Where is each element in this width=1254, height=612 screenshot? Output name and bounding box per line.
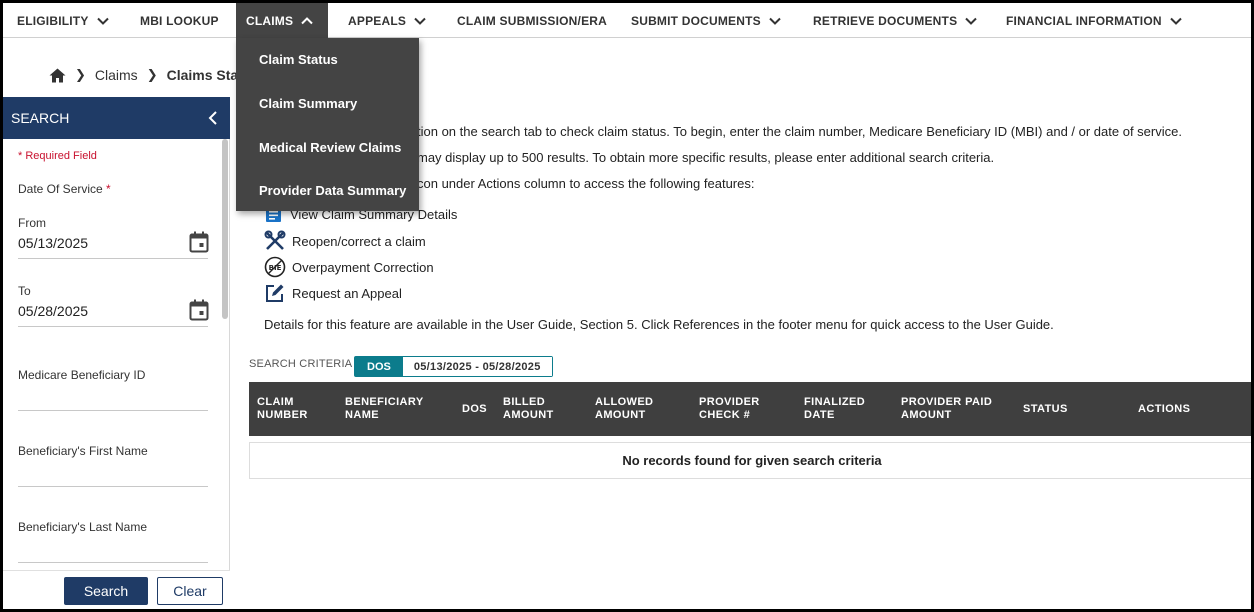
menu-item-claim-summary[interactable]: Claim Summary xyxy=(259,96,357,111)
last-name-input[interactable] xyxy=(18,562,208,563)
info-line-2: may display up to 500 results. To obtain… xyxy=(417,150,995,165)
nav-claim-submission[interactable]: CLAIM SUBMISSION/ERA xyxy=(457,3,607,38)
nav-mbi-lookup-label: MBI LOOKUP xyxy=(140,13,219,28)
nav-eligibility[interactable]: ELIGIBILITY xyxy=(17,3,110,38)
from-label: From xyxy=(18,216,46,230)
required-field-note: * Required Field xyxy=(18,150,97,162)
empty-results-message: No records found for given search criter… xyxy=(249,442,1251,479)
nav-eligibility-label: ELIGIBILITY xyxy=(17,13,89,28)
chevron-down-icon xyxy=(414,17,426,25)
to-date-input[interactable]: 05/28/2025 xyxy=(18,303,88,319)
criteria-chip[interactable]: DOS 05/13/2025 - 05/28/2025 xyxy=(354,356,553,377)
nav-claims-label: CLAIMS xyxy=(246,13,294,28)
nav-retrieve-documents[interactable]: RETRIEVE DOCUMENTS xyxy=(813,3,978,38)
home-icon[interactable] xyxy=(49,68,66,83)
sidebar-button-row: Search Clear xyxy=(3,570,230,609)
search-button[interactable]: Search xyxy=(64,577,148,605)
col-claim-number[interactable]: CLAIM NUMBER xyxy=(257,396,308,422)
feature-label: Reopen/correct a claim xyxy=(292,233,426,249)
chevron-left-icon[interactable] xyxy=(206,110,220,126)
tools-icon xyxy=(264,230,286,250)
info-line-3: con under Actions column to access the f… xyxy=(417,176,755,191)
breadcrumb-claims[interactable]: Claims xyxy=(95,67,138,83)
feature-request-appeal: Request an Appeal xyxy=(264,282,402,304)
to-label: To xyxy=(18,284,31,298)
from-date-input[interactable]: 05/13/2025 xyxy=(18,235,88,251)
app-frame: ELIGIBILITY MBI LOOKUP CLAIMS APPEALS CL… xyxy=(0,0,1254,612)
chevron-down-icon xyxy=(769,17,781,25)
col-finalized-date[interactable]: FINALIZED DATE xyxy=(804,396,865,422)
edit-icon xyxy=(266,284,284,302)
chevron-up-icon xyxy=(301,16,313,24)
menu-item-claim-status[interactable]: Claim Status xyxy=(259,52,338,67)
col-status[interactable]: STATUS xyxy=(1023,403,1068,416)
col-beneficiary-name[interactable]: BENEFICIARY NAME xyxy=(345,396,424,422)
menu-item-medical-review-claims[interactable]: Medical Review Claims xyxy=(259,140,401,155)
col-provider-paid-amount[interactable]: PROVIDER PAID AMOUNT xyxy=(901,396,992,422)
feature-reopen-claim: Reopen/correct a claim xyxy=(264,230,426,252)
clear-button[interactable]: Clear xyxy=(157,577,223,605)
nav-appeals[interactable]: APPEALS xyxy=(348,3,427,38)
nav-financial-information[interactable]: FINANCIAL INFORMATION xyxy=(1006,3,1183,38)
chevron-down-icon xyxy=(1170,17,1182,25)
nav-submit-documents[interactable]: SUBMIT DOCUMENTS xyxy=(631,3,782,38)
menu-item-provider-data-summary[interactable]: Provider Data Summary xyxy=(259,183,406,198)
col-provider-check[interactable]: PROVIDER CHECK # xyxy=(699,396,760,422)
last-name-label: Beneficiary's Last Name xyxy=(18,520,148,534)
chevron-right-icon: ❯ xyxy=(146,67,158,82)
first-name-label: Beneficiary's First Name xyxy=(18,444,148,458)
col-allowed-amount[interactable]: ALLOWED AMOUNT xyxy=(595,396,653,422)
results-table-header: CLAIM NUMBER BENEFICIARY NAME DOS BILLED AM… xyxy=(249,382,1251,436)
date-of-service-label: Date Of Service * xyxy=(18,182,111,196)
col-dos[interactable]: DOS xyxy=(462,403,487,416)
nav-mbi-lookup[interactable]: MBI LOOKUP xyxy=(140,3,219,38)
chip-value: 05/13/2025 - 05/28/2025 xyxy=(402,357,552,376)
claims-dropdown-menu: Claim Status Claim Summary Medical Revie… xyxy=(236,38,419,211)
from-date-underline xyxy=(18,258,208,259)
col-billed-amount[interactable]: BILLED AMOUNT xyxy=(503,396,554,422)
mbi-label: Medicare Beneficiary ID xyxy=(18,368,146,382)
chevron-down-icon xyxy=(96,17,109,25)
search-panel-header: SEARCH xyxy=(3,97,230,139)
breadcrumb: ❯ Claims ❯ Claims Status xyxy=(49,65,259,85)
nav-financial-information-label: FINANCIAL INFORMATION xyxy=(1006,13,1162,28)
top-nav: ELIGIBILITY MBI LOOKUP CLAIMS APPEALS CL… xyxy=(3,3,1251,38)
nav-claim-submission-label: CLAIM SUBMISSION/ERA xyxy=(457,13,608,28)
required-star: * xyxy=(106,182,111,196)
col-actions: ACTIONS xyxy=(1138,403,1191,415)
nav-submit-documents-label: SUBMIT DOCUMENTS xyxy=(631,13,761,28)
sidebar-scrollbar[interactable] xyxy=(222,139,228,319)
chip-key: DOS xyxy=(355,357,403,376)
chevron-right-icon: ❯ xyxy=(75,67,86,82)
search-criteria-label: SEARCH CRITERIA xyxy=(249,358,353,370)
svg-text:BIE: BIE xyxy=(269,264,282,272)
mbi-input[interactable] xyxy=(18,410,208,411)
feature-label: Request an Appeal xyxy=(292,285,402,301)
feature-label: Overpayment Correction xyxy=(292,259,434,275)
nav-retrieve-documents-label: RETRIEVE DOCUMENTS xyxy=(813,13,958,28)
nav-claims[interactable]: CLAIMS xyxy=(236,3,328,38)
calendar-icon[interactable] xyxy=(189,299,209,321)
details-note: Details for this feature are available i… xyxy=(264,317,1054,332)
calendar-icon[interactable] xyxy=(189,231,209,253)
nav-appeals-label: APPEALS xyxy=(348,13,407,28)
chevron-down-icon xyxy=(965,17,977,25)
first-name-input[interactable] xyxy=(18,486,208,487)
to-date-underline xyxy=(18,326,208,327)
overpayment-icon: BIE xyxy=(264,256,286,278)
search-sidebar: SEARCH * Required Field Date Of Service … xyxy=(3,97,230,609)
feature-overpayment-correction: BIE Overpayment Correction xyxy=(264,256,434,278)
search-panel-title: SEARCH xyxy=(11,110,70,126)
info-line-1: tion on the search tab to check claim st… xyxy=(417,124,1182,139)
